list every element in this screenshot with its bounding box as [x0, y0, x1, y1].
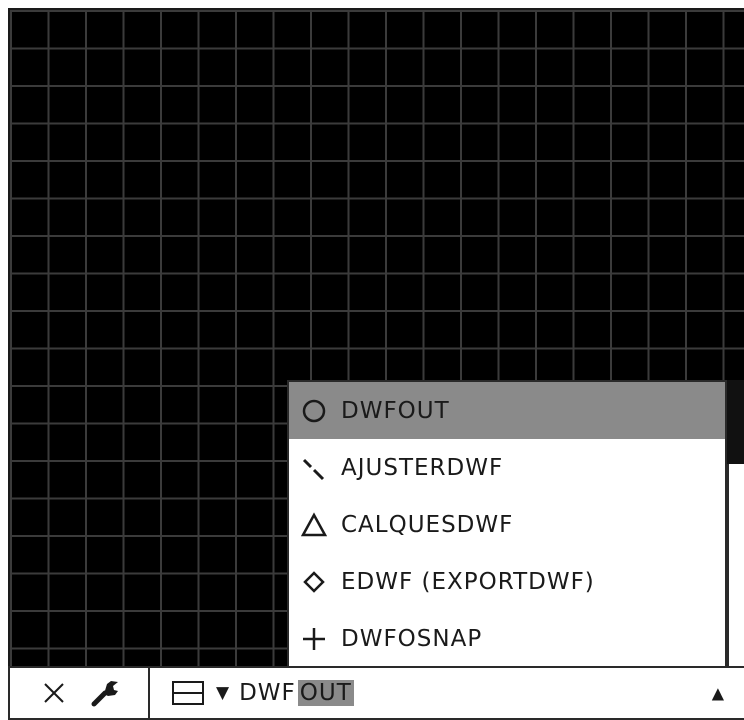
- suggestion-dwfout[interactable]: DWFOUT: [289, 382, 725, 439]
- wrench-icon[interactable]: [87, 675, 123, 711]
- expand-history-icon[interactable]: ▲: [712, 684, 724, 703]
- suggestion-label: AJUSTERDWF: [341, 454, 504, 481]
- plus-icon: [301, 626, 327, 652]
- close-icon[interactable]: [36, 675, 72, 711]
- triangle-icon: [301, 511, 327, 538]
- suggestion-label: DWFOUT: [341, 397, 450, 424]
- circle-icon: [301, 398, 327, 424]
- suggestion-label: CALQUESDWF: [341, 511, 514, 538]
- dashed-diagonal-icon: [301, 455, 327, 481]
- suggestion-edwf[interactable]: EDWF (EXPORTDWF): [289, 553, 725, 610]
- command-line-tools: [10, 668, 150, 718]
- dropdown-scroll-gutter: [727, 464, 744, 668]
- command-typed-text: DWF: [239, 680, 296, 706]
- suggestion-calquesdwf[interactable]: CALQUESDWF: [289, 496, 725, 553]
- command-autocomplete-text: OUT: [297, 680, 354, 706]
- command-line-bar: ▼ DWF OUT ▲: [8, 666, 744, 720]
- diamond-icon: [301, 569, 327, 595]
- history-dropdown-icon[interactable]: ▼: [216, 683, 229, 703]
- window-history-icon[interactable]: [168, 675, 208, 711]
- suggestion-ajusterdwf[interactable]: AJUSTERDWF: [289, 439, 725, 496]
- suggestion-label: DWFOSNAP: [341, 625, 483, 652]
- cad-app: DWFOUT AJUSTERDWF CALQUESDWF EDWF (EXPOR…: [0, 0, 744, 720]
- command-input-area[interactable]: ▼ DWF OUT ▲: [150, 668, 744, 718]
- suggestion-dwfosnap[interactable]: DWFOSNAP: [289, 610, 725, 667]
- suggestion-label: EDWF (EXPORTDWF): [341, 568, 595, 595]
- canvas-edge-strip: [727, 380, 744, 464]
- command-suggestion-list: DWFOUT AJUSTERDWF CALQUESDWF EDWF (EXPOR…: [287, 380, 727, 668]
- command-input[interactable]: DWF OUT: [239, 680, 354, 706]
